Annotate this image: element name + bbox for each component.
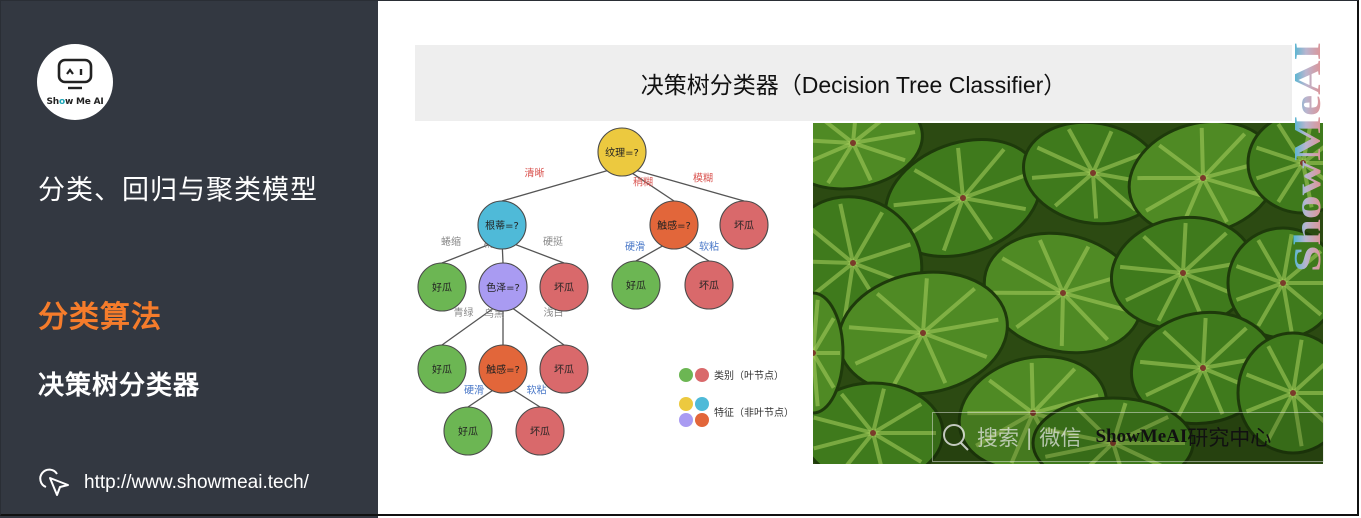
- slide-frame: [0, 0, 1359, 516]
